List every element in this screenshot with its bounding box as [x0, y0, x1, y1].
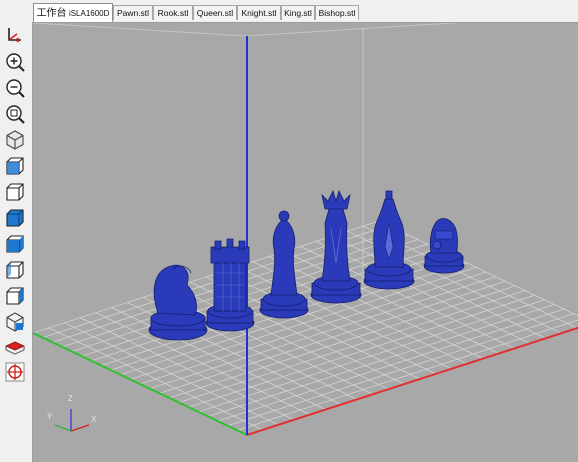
zoom-in-button[interactable] [3, 50, 27, 74]
back-view-button[interactable] [3, 180, 27, 204]
gizmo-y-axis [54, 424, 72, 432]
3d-viewport[interactable]: Z X Y [32, 22, 578, 462]
bottom-view-icon [6, 287, 24, 305]
axis-pointer-button[interactable] [3, 24, 27, 48]
left-view-icon [6, 235, 24, 253]
bottom-view-button[interactable] [3, 284, 27, 308]
gizmo-x-axis [70, 424, 90, 432]
top-view-button[interactable] [3, 206, 27, 230]
front-view-icon [6, 157, 24, 175]
pawn-model[interactable] [423, 218, 465, 274]
tab-workbench-label: 工作台 [36, 8, 67, 19]
zoom-in-icon [6, 53, 25, 72]
tab-king[interactable]: King.stl [281, 5, 315, 20]
perspective-view-button[interactable] [3, 310, 27, 334]
zoom-out-icon [6, 79, 25, 98]
axis-pointer-icon [8, 28, 21, 43]
view-toolbar [0, 22, 32, 462]
zoom-out-button[interactable] [3, 76, 27, 100]
iso-view-icon [6, 130, 24, 150]
king-model[interactable] [363, 190, 415, 290]
crosshair-button[interactable] [3, 360, 27, 384]
tab-knight[interactable]: Knight.stl [237, 5, 281, 20]
zoom-fit-icon [6, 105, 25, 124]
zoom-fit-button[interactable] [3, 102, 27, 126]
x-axis-line [246, 326, 578, 436]
back-view-icon [6, 183, 24, 201]
tab-bishop[interactable]: Bishop.stl [315, 5, 359, 20]
slice-plane-icon [5, 341, 25, 355]
orientation-gizmo [54, 409, 90, 432]
gizmo-z-label: Z [68, 394, 73, 403]
tab-workbench[interactable]: 工作台 iSLA1600D [33, 3, 113, 22]
tab-workbench-sublabel: iSLA1600D [68, 9, 110, 18]
slice-plane-button[interactable] [3, 336, 27, 360]
right-view-icon [6, 261, 24, 279]
perspective-view-icon [6, 312, 24, 332]
iso-view-button[interactable] [3, 128, 27, 152]
right-view-button[interactable] [3, 258, 27, 282]
gizmo-x-label: X [91, 415, 97, 424]
top-view-icon [6, 209, 24, 227]
crosshair-icon [5, 362, 25, 382]
tab-bar: 工作台 iSLA1600D Pawn.stl Rook.stl Queen.st… [0, 0, 578, 22]
tab-queen[interactable]: Queen.stl [193, 5, 237, 20]
tab-pawn[interactable]: Pawn.stl [113, 5, 153, 20]
tab-rook[interactable]: Rook.stl [153, 5, 193, 20]
bishop-model[interactable] [259, 210, 309, 319]
left-view-button[interactable] [3, 232, 27, 256]
front-view-button[interactable] [3, 154, 27, 178]
gizmo-y-label: Y [47, 412, 53, 421]
